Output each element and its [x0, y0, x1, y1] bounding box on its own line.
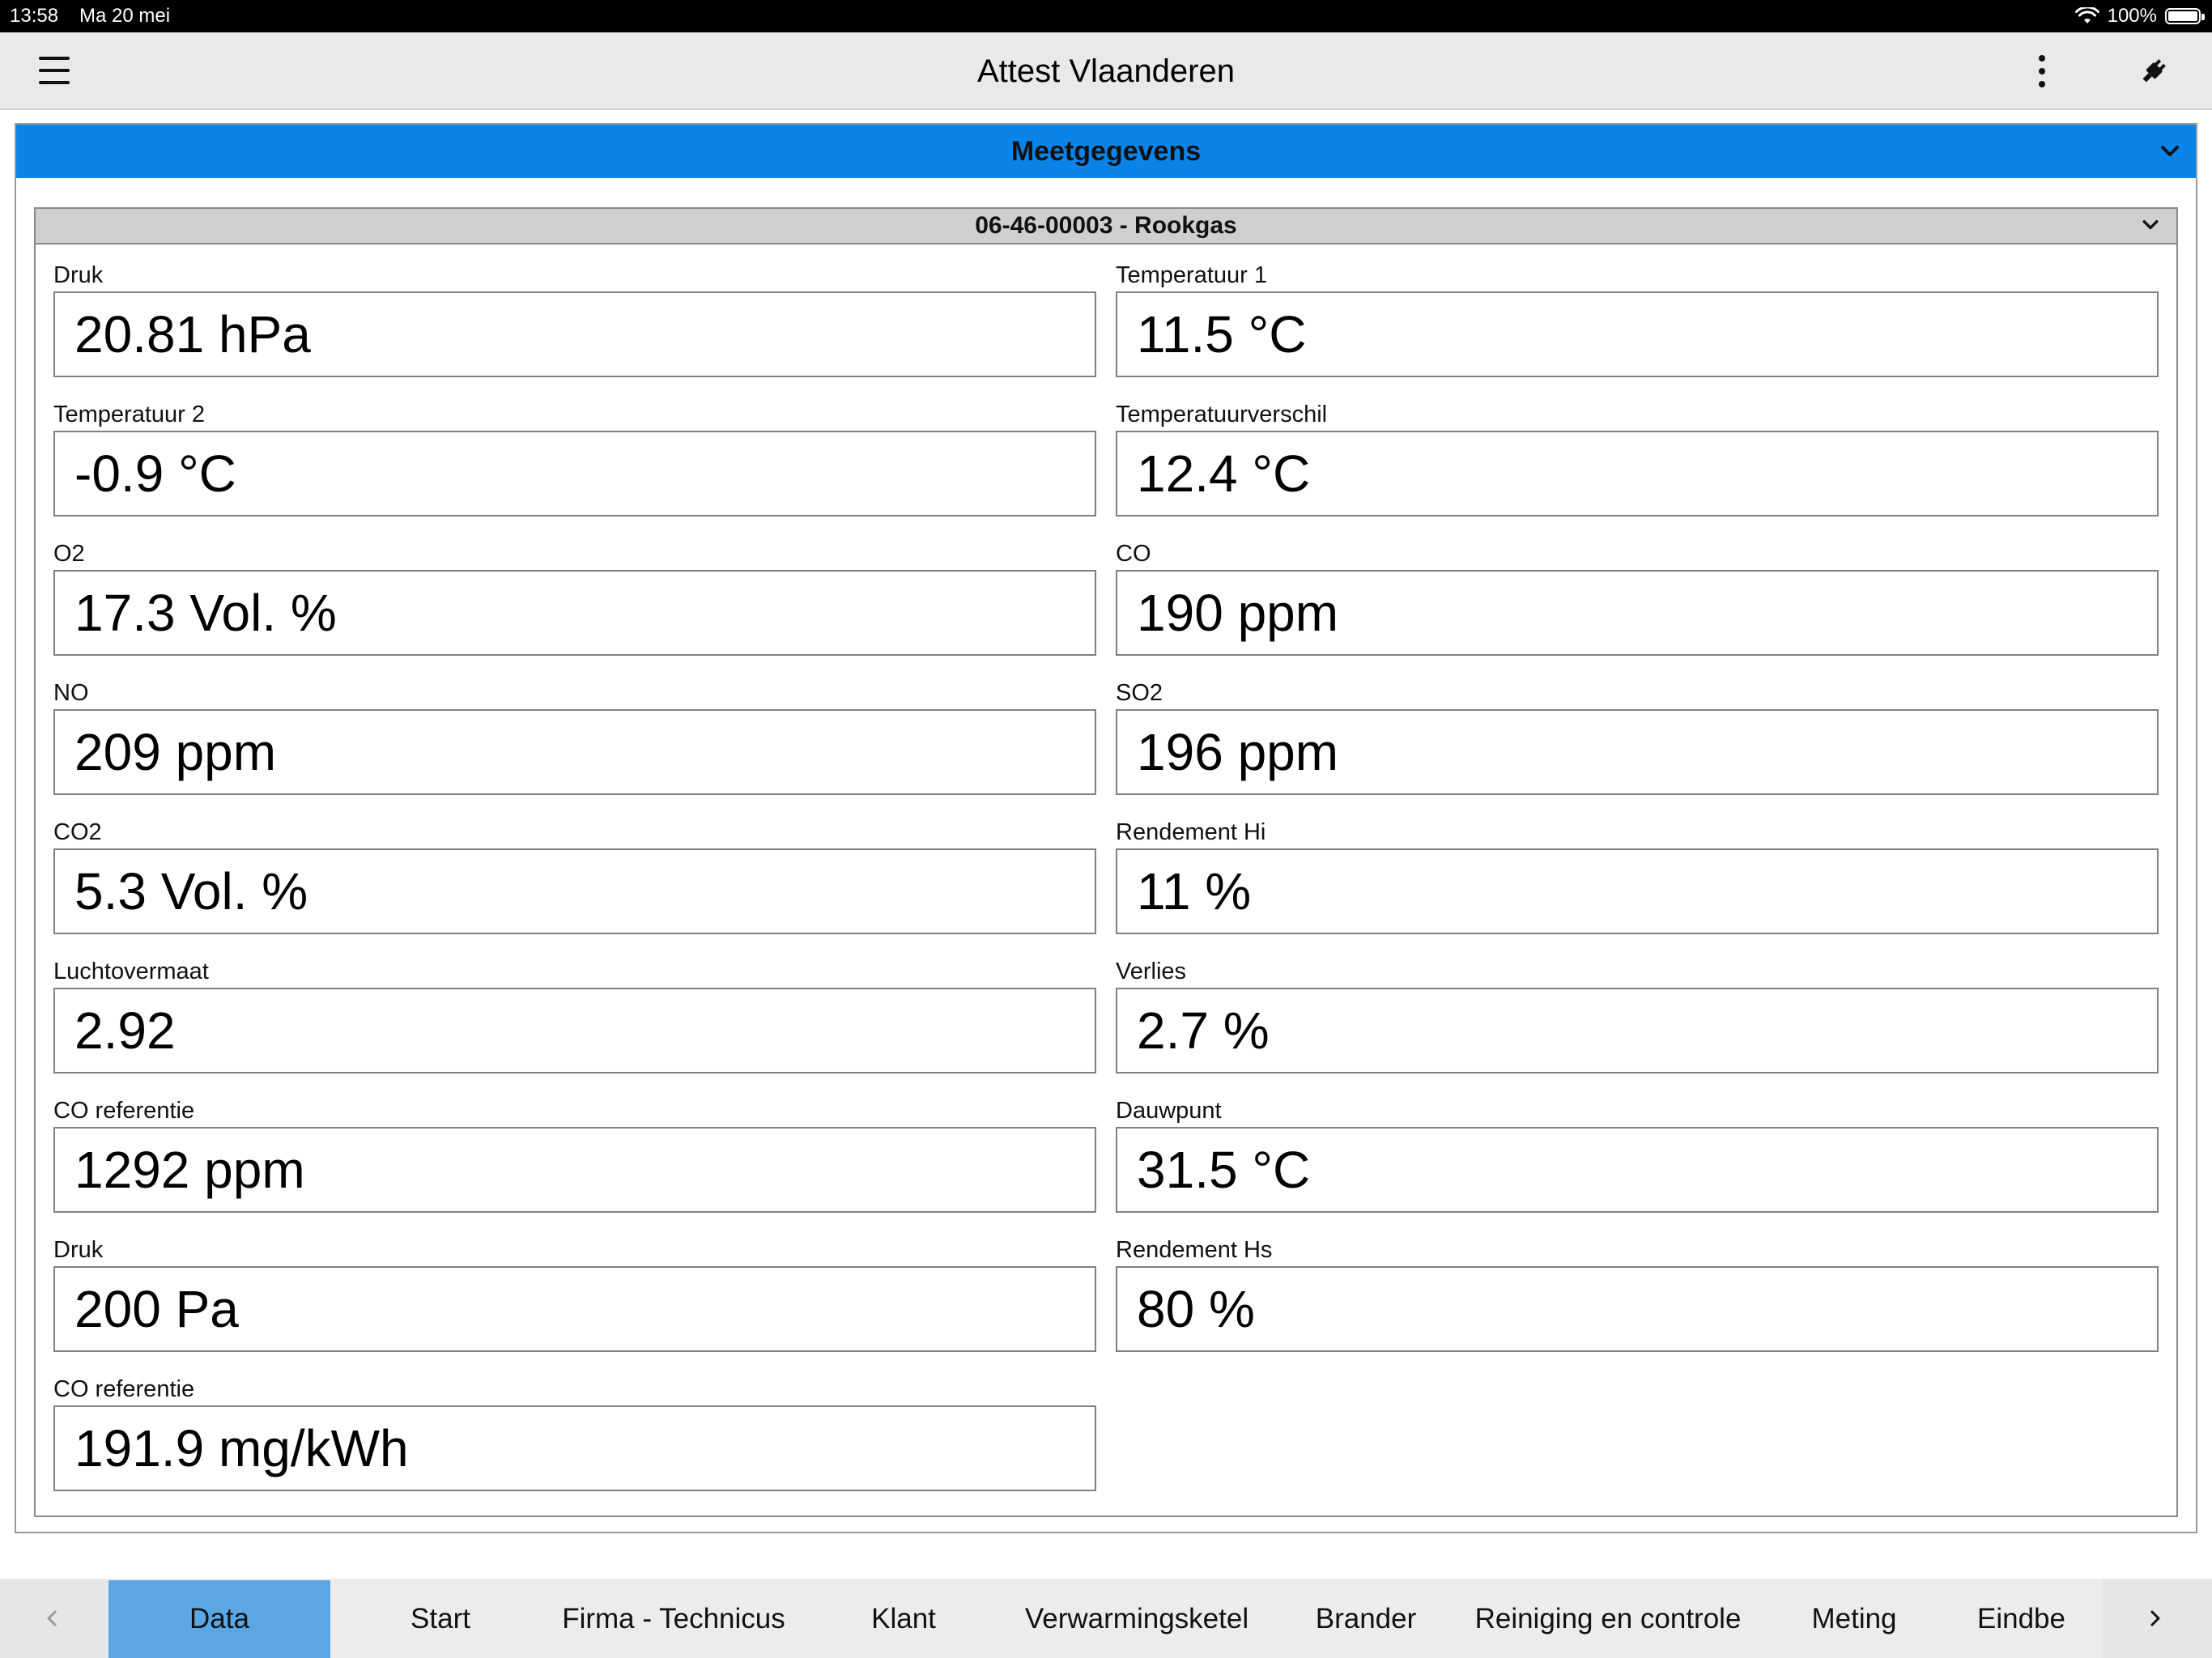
measurement-panel: Meetgegevens 06-46-00003 - Rookgas Druk …: [15, 123, 2197, 1533]
battery-fill: [2168, 11, 2197, 21]
field-value[interactable]: 12.4 °C: [1116, 431, 2159, 517]
field-druk: Druk 20.81 hPa: [53, 259, 1096, 377]
field-value[interactable]: 191.9 mg/kWh: [53, 1405, 1096, 1491]
field-value[interactable]: 1292 ppm: [53, 1127, 1096, 1213]
field-rendement-hs: Rendement Hs 80 %: [1116, 1234, 2159, 1352]
page-title: Attest Vlaanderen: [977, 53, 1235, 89]
tab-meting[interactable]: Meting: [1747, 1580, 1961, 1658]
field-label: Verlies: [1116, 959, 1187, 984]
field-value[interactable]: 196 ppm: [1116, 709, 2159, 795]
status-bar: 13:58 Ma 20 mei 100%: [0, 0, 2212, 32]
plug-icon[interactable]: [2138, 55, 2170, 87]
field-value[interactable]: 17.3 Vol. %: [53, 570, 1096, 656]
field-value[interactable]: 190 ppm: [1116, 570, 2159, 656]
field-co: CO 190 ppm: [1116, 538, 2159, 656]
tab-verwarmingsketel[interactable]: Verwarmingsketel: [1010, 1580, 1263, 1658]
field-value[interactable]: 20.81 hPa: [53, 291, 1096, 377]
status-right: 100%: [2074, 0, 2205, 32]
field-label: O2: [53, 541, 85, 567]
tab-reiniging-en-controle[interactable]: Reiniging en controle: [1469, 1580, 1747, 1658]
tabs-scroll-left-button[interactable]: [0, 1579, 108, 1658]
field-value[interactable]: 31.5 °C: [1116, 1127, 2159, 1213]
status-time: 13:58: [10, 5, 59, 27]
bottom-tab-bar: Data Start Firma - Technicus Klant Verwa…: [0, 1579, 2212, 1658]
field-label: Rendement Hi: [1116, 819, 1266, 845]
field-value[interactable]: 2.92: [53, 988, 1096, 1073]
field-co2: CO2 5.3 Vol. %: [53, 816, 1096, 934]
section-title: Meetgegevens: [1010, 136, 1202, 167]
tab-start[interactable]: Start: [330, 1580, 551, 1658]
chevron-left-icon: [47, 1610, 57, 1626]
tab-brander[interactable]: Brander: [1263, 1580, 1469, 1658]
app-bar: Attest Vlaanderen: [0, 32, 2212, 110]
field-co-referentie-ppm: CO referentie 1292 ppm: [53, 1095, 1096, 1213]
field-label: Rendement Hs: [1116, 1237, 1273, 1263]
field-label: Dauwpunt: [1116, 1098, 1222, 1124]
more-options-icon[interactable]: [2034, 55, 2050, 87]
field-label: Druk: [53, 1237, 104, 1263]
field-value[interactable]: 5.3 Vol. %: [53, 848, 1096, 934]
rookgas-panel: 06-46-00003 - Rookgas Druk 20.81 hPa Tem…: [34, 207, 2178, 1517]
field-rendement-hi: Rendement Hi 11 %: [1116, 816, 2159, 934]
field-temperatuur-1: Temperatuur 1 11.5 °C: [1116, 259, 2159, 377]
field-label: Druk: [53, 262, 104, 288]
field-label: Temperatuurverschil: [1116, 402, 1328, 427]
section-header[interactable]: Meetgegevens: [16, 125, 2196, 178]
tabs-scroll-area: Data Start Firma - Technicus Klant Verwa…: [108, 1579, 2102, 1658]
field-label: CO2: [53, 819, 102, 845]
chevron-down-icon[interactable]: [2141, 215, 2160, 235]
field-value[interactable]: 11 %: [1116, 848, 2159, 934]
field-so2: SO2 196 ppm: [1116, 677, 2159, 795]
field-temperatuurverschil: Temperatuurverschil 12.4 °C: [1116, 398, 2159, 517]
status-date: Ma 20 mei: [79, 5, 171, 27]
field-label: CO referentie: [53, 1098, 195, 1124]
tab-firma-technicus[interactable]: Firma - Technicus: [551, 1580, 797, 1658]
tabs-scroll-right-button[interactable]: [2102, 1579, 2212, 1658]
field-label: NO: [53, 680, 89, 706]
field-value[interactable]: 209 ppm: [53, 709, 1096, 795]
tab-eindbeoordeling[interactable]: Eindbe: [1961, 1580, 2102, 1658]
tab-data[interactable]: Data: [108, 1580, 330, 1658]
subsection-title: 06-46-00003 - Rookgas: [975, 212, 1237, 239]
field-luchtovermaat: Luchtovermaat 2.92: [53, 955, 1096, 1073]
subsection-header[interactable]: 06-46-00003 - Rookgas: [36, 209, 2176, 244]
field-label: SO2: [1116, 680, 1163, 706]
field-verlies: Verlies 2.7 %: [1116, 955, 2159, 1073]
field-value[interactable]: 200 Pa: [53, 1266, 1096, 1352]
field-value[interactable]: 80 %: [1116, 1266, 2159, 1352]
field-label: CO referentie: [53, 1376, 195, 1402]
field-label: Luchtovermaat: [53, 959, 209, 984]
wifi-icon: [2074, 7, 2099, 23]
tab-klant[interactable]: Klant: [797, 1580, 1010, 1658]
field-label: Temperatuur 2: [53, 402, 205, 427]
field-temperatuur-2: Temperatuur 2 -0.9 °C: [53, 398, 1096, 517]
field-label: CO: [1116, 541, 1151, 567]
field-o2: O2 17.3 Vol. %: [53, 538, 1096, 656]
chevron-down-icon[interactable]: [2159, 140, 2181, 163]
field-druk-pa: Druk 200 Pa: [53, 1234, 1096, 1352]
field-value[interactable]: 2.7 %: [1116, 988, 2159, 1073]
field-value[interactable]: -0.9 °C: [53, 431, 1096, 517]
field-co-referentie-mgkwh: CO referentie 191.9 mg/kWh: [53, 1373, 1096, 1491]
field-dauwpunt: Dauwpunt 31.5 °C: [1116, 1095, 2159, 1213]
field-no: NO 209 ppm: [53, 677, 1096, 795]
field-value[interactable]: 11.5 °C: [1116, 291, 2159, 377]
field-label: Temperatuur 1: [1116, 262, 1267, 288]
chevron-right-icon: [2150, 1610, 2160, 1626]
battery-icon: [2165, 8, 2205, 24]
battery-percent: 100%: [2107, 5, 2157, 27]
